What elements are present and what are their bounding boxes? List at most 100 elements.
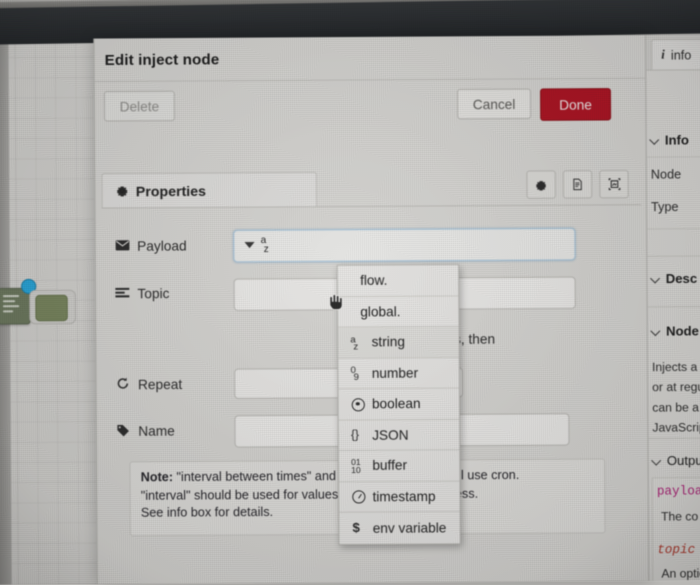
sidebar-tab-info[interactable]: i info	[651, 38, 700, 70]
binary-icon: 01 10	[351, 457, 366, 475]
appearance-icon	[608, 178, 620, 191]
canvas-node-debug[interactable]	[29, 289, 76, 325]
menu-item-label: number	[371, 365, 419, 381]
sidebar-section-description[interactable]: Desc	[651, 270, 698, 287]
name-label: Name	[115, 423, 175, 441]
repeat-label-text: Repeat	[138, 377, 183, 393]
sidebar-info-row-type: Type	[651, 199, 679, 215]
tab-properties-label: Properties	[135, 182, 206, 199]
cancel-button[interactable]: Cancel	[457, 88, 532, 120]
help-line-1: Injects a	[652, 359, 698, 375]
dollar-glyph: $	[352, 519, 360, 536]
az-icon-bottom: z	[263, 243, 269, 256]
menu-item-json[interactable]: {} JSON	[338, 419, 460, 451]
gear-icon	[536, 180, 546, 191]
menu-item-boolean[interactable]: boolean	[338, 388, 460, 421]
az-icon-bottom: z	[353, 341, 359, 353]
clock-icon	[351, 489, 366, 505]
sidebar-section-outputs-label: Output	[666, 452, 700, 469]
menu-item-label: env variable	[372, 519, 447, 536]
sidebar-section-node-help[interactable]: Node	[652, 323, 699, 338]
node-inner-shape	[35, 294, 68, 322]
sidebar-divider	[648, 437, 700, 439]
binary-icon-bottom: 10	[351, 464, 361, 475]
chevron-down-icon	[653, 456, 662, 465]
braces-glyph: {}	[350, 427, 360, 443]
sidebar-section-info[interactable]: Info	[651, 132, 689, 147]
menu-item-label: buffer	[372, 457, 408, 474]
menu-item-number[interactable]: 0 9 number	[338, 357, 459, 390]
menu-item-flow[interactable]: flow.	[337, 265, 459, 297]
menu-item-label: JSON	[372, 427, 409, 443]
sidebar-divider	[647, 255, 700, 257]
sidebar-tab-info-label: info	[670, 47, 692, 62]
chevron-down-icon	[652, 327, 661, 336]
menu-item-label: boolean	[371, 396, 421, 412]
sidebar-tabstrip: i info	[645, 34, 700, 71]
payload-label: Payload	[114, 238, 187, 254]
gear-icon	[116, 184, 129, 197]
menu-item-timestamp[interactable]: timestamp	[339, 481, 460, 513]
list-icon	[114, 286, 130, 301]
node-lines-icon	[2, 295, 21, 317]
delete-button[interactable]: Delete	[103, 90, 175, 122]
done-button[interactable]: Done	[540, 88, 612, 121]
menu-item-string[interactable]: a z string	[338, 326, 459, 359]
topic-label-text: Topic	[137, 286, 170, 302]
az-icon: a z	[350, 334, 365, 353]
name-label-text: Name	[138, 423, 175, 440]
radio-dot-icon	[351, 396, 366, 412]
output-name-payload: payload	[656, 484, 700, 499]
payload-input[interactable]: a z	[233, 227, 576, 263]
node-settings-icon-button[interactable]	[526, 170, 556, 199]
menu-item-buffer[interactable]: 01 10 buffer	[338, 450, 460, 482]
repeat-label: Repeat	[115, 376, 182, 394]
info-sidebar: i info Info Node Type Desc Node Injects …	[644, 34, 700, 581]
dollar-icon: $	[351, 520, 366, 536]
note-bold-prefix: Note:	[140, 470, 174, 485]
payload-type-dropdown-menu[interactable]: flow. global. a z string 0 9 number bool…	[336, 264, 461, 545]
menu-item-label: global.	[360, 303, 401, 320]
refresh-icon	[115, 376, 131, 393]
help-line-4: JavaScrip	[652, 420, 700, 435]
tabstrip-filler	[316, 175, 641, 208]
num-icon-bottom: 9	[353, 372, 359, 384]
info-icon: i	[661, 47, 665, 62]
output-desc-payload: The co	[661, 509, 699, 524]
node-appearance-icon-button[interactable]	[599, 169, 629, 199]
tag-icon	[115, 423, 131, 440]
help-line-3: can be a	[652, 400, 699, 415]
sidebar-section-description-label: Desc	[665, 270, 698, 287]
sidebar-section-outputs[interactable]: Output	[653, 453, 700, 469]
menu-item-label: timestamp	[372, 488, 436, 505]
chevron-down-icon	[651, 274, 660, 283]
dialog-title-divider	[94, 77, 647, 83]
sidebar-divider	[647, 306, 700, 308]
sidebar-info-row-node: Node	[650, 167, 682, 182]
node-description-icon-button[interactable]	[562, 170, 593, 199]
envelope-icon	[114, 239, 130, 254]
edit-inject-node-dialog: Edit inject node Delete Cancel Done Prop…	[93, 35, 651, 585]
payload-label-text: Payload	[137, 238, 187, 254]
09-icon: 0 9	[350, 365, 365, 384]
chevron-down-icon	[651, 135, 660, 144]
output-name-topic: topic	[657, 542, 696, 558]
help-line-2: or at regu	[652, 379, 700, 395]
tab-properties[interactable]: Properties	[101, 171, 318, 208]
menu-item-label: string	[371, 334, 406, 350]
menu-item-env-variable[interactable]: $ env variable	[339, 512, 460, 544]
dialog-tabstrip: Properties	[101, 169, 641, 209]
pointing-hand-cursor	[325, 292, 345, 312]
sidebar-section-info-label: Info	[664, 132, 689, 148]
topic-label: Topic	[114, 286, 169, 302]
menu-item-label: flow.	[360, 272, 388, 289]
braces-icon: {}	[351, 427, 366, 443]
sidebar-node-help-text: Injects a or at regu can be a JavaScrip	[652, 357, 700, 438]
dialog-title: Edit inject node	[104, 50, 220, 69]
document-icon	[573, 178, 582, 191]
menu-item-global[interactable]: global.	[337, 295, 459, 328]
output-desc-topic-line1: An optio	[661, 566, 700, 581]
sidebar-section-node-help-label: Node	[665, 323, 699, 339]
chevron-down-icon[interactable]	[244, 242, 255, 249]
output-desc-topic: An optio configur	[661, 563, 700, 581]
